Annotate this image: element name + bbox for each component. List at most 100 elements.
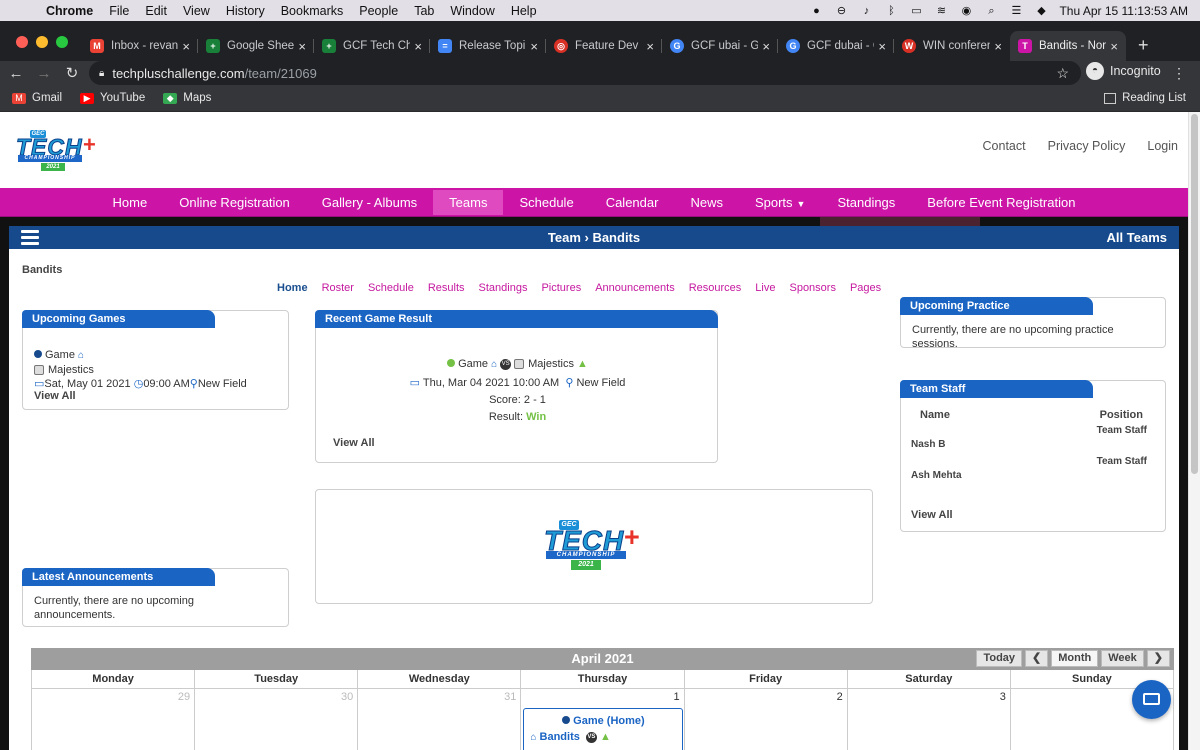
contact-link[interactable]: Contact [983,139,1026,153]
close-tab-icon[interactable]: × [646,39,654,54]
calendar-day-cell[interactable]: 31 [358,689,522,750]
all-teams-link[interactable]: All Teams [1107,230,1167,245]
subnav-roster[interactable]: Roster [322,282,354,294]
tab-google-sheet[interactable]: + Google Sheet × [198,31,314,61]
bookmark-gmail[interactable]: M Gmail [12,92,62,104]
menu-edit[interactable]: Edit [145,4,167,18]
menu-app[interactable]: Chrome [46,4,93,18]
tab-gcf-ubai[interactable]: G GCF ubai - G × [662,31,778,61]
zoom-window-button[interactable] [56,36,68,48]
control-center-icon[interactable]: ☰ [1009,5,1023,17]
close-tab-icon[interactable]: × [878,39,886,54]
tab-release-topics[interactable]: = Release Topi × [430,31,546,61]
tab-inbox[interactable]: M Inbox - revan × [82,31,198,61]
menu-tab[interactable]: Tab [414,4,434,18]
close-tab-icon[interactable]: × [298,39,306,54]
nav-teams[interactable]: Teams [433,189,504,215]
close-window-button[interactable] [16,36,28,48]
status-app-icon[interactable]: ● [809,5,823,17]
siri-icon[interactable]: ◆ [1034,5,1048,17]
event-team-row: ⌂ Bandits VS ▲ [530,731,682,743]
minimize-window-button[interactable] [36,36,48,48]
new-tab-icon[interactable]: + [1138,35,1149,56]
calendar-week-button[interactable]: Week [1101,650,1144,667]
login-link[interactable]: Login [1147,139,1178,153]
reload-icon[interactable]: ↻ [60,64,84,82]
lock-icon[interactable]: 🔒︎ [99,68,104,79]
subnav-announcements[interactable]: Announcements [595,282,675,294]
calendar-day-cell[interactable]: 2 [685,689,848,750]
site-logo[interactable]: GEC TECH + CHAMPIONSHIP 2021 [16,130,100,174]
user-icon[interactable]: ◉ [959,5,973,17]
close-tab-icon[interactable]: × [414,39,422,54]
incognito-indicator[interactable]: ◓ Incognito [1086,62,1161,80]
wifi-icon[interactable]: ≋ [934,5,948,17]
menu-file[interactable]: File [109,4,129,18]
calendar-day-cell[interactable]: 1 Game (Home) ⌂ Bandits VS ▲ [521,689,685,750]
battery-icon[interactable]: ▭ [909,5,923,17]
menu-window[interactable]: Window [450,4,494,18]
reading-list-button[interactable]: Reading List [1104,92,1186,104]
tab-gcf-tech[interactable]: + GCF Tech Ch × [314,31,430,61]
menu-view[interactable]: View [183,4,210,18]
close-tab-icon[interactable]: × [762,39,770,54]
close-tab-icon[interactable]: × [530,39,538,54]
bookmark-youtube[interactable]: ▶ YouTube [80,92,145,104]
calendar-day-cell[interactable]: 3 [848,689,1011,750]
menu-bookmarks[interactable]: Bookmarks [281,4,344,18]
close-tab-icon[interactable]: × [1110,39,1118,54]
spotlight-icon[interactable]: ⌕ [984,5,998,17]
nav-online-registration[interactable]: Online Registration [163,190,306,215]
nav-standings[interactable]: Standings [821,190,911,215]
calendar-event[interactable]: Game (Home) ⌂ Bandits VS ▲ [523,708,684,750]
nav-news[interactable]: News [674,190,739,215]
calendar-prev-button[interactable]: ❮ [1025,650,1049,667]
nav-before-event-registration[interactable]: Before Event Registration [911,190,1091,215]
subnav-pages[interactable]: Pages [850,282,881,294]
forward-icon[interactable]: → [32,65,56,82]
page-scrollbar[interactable] [1188,112,1200,750]
team-staff-view-all[interactable]: View All [911,509,953,521]
nav-gallery-albums[interactable]: Gallery - Albums [306,190,433,215]
volume-icon[interactable]: ♪ [859,5,873,17]
subnav-standings[interactable]: Standings [479,282,528,294]
calendar-day-cell[interactable]: 30 [195,689,359,750]
nav-schedule[interactable]: Schedule [503,190,589,215]
tab-win-conference[interactable]: W WIN conferen × [894,31,1010,61]
subnav-sponsors[interactable]: Sponsors [789,282,835,294]
menu-people[interactable]: People [359,4,398,18]
nav-sports[interactable]: Sports ▼ [739,190,822,215]
subnav-resources[interactable]: Resources [689,282,742,294]
privacy-policy-link[interactable]: Privacy Policy [1048,139,1126,153]
scrollbar-thumb[interactable] [1191,114,1198,474]
chrome-menu-icon[interactable]: ⋮ [1172,65,1186,82]
tab-bandits[interactable]: T Bandits - Nor × [1010,31,1126,61]
menubar-clock[interactable]: Thu Apr 15 11:13:53 AM [1059,4,1188,18]
calendar-day-cell[interactable]: 29 [32,689,196,750]
subnav-pictures[interactable]: Pictures [541,282,581,294]
menu-history[interactable]: History [226,4,265,18]
subnav-home[interactable]: Home [277,282,308,294]
contact-message-button[interactable] [1132,680,1171,719]
close-tab-icon[interactable]: × [994,39,1002,54]
calendar-today-button[interactable]: Today [976,650,1023,667]
bookmark-maps[interactable]: ◆ Maps [163,92,211,104]
subnav-live[interactable]: Live [755,282,775,294]
subnav-schedule[interactable]: Schedule [368,282,414,294]
bluetooth-icon[interactable]: ᛒ [884,5,898,17]
tab-feature-dev[interactable]: ◎ Feature Dev × [546,31,662,61]
back-icon[interactable]: ← [4,65,28,82]
bookmark-star-icon[interactable]: ☆ [1056,65,1069,82]
close-tab-icon[interactable]: × [182,39,190,54]
nav-calendar[interactable]: Calendar [590,190,675,215]
upcoming-games-view-all[interactable]: View All [34,390,76,402]
url-field[interactable]: 🔒︎ techpluschallenge.com/team/21069 ☆ [89,61,1081,85]
subnav-results[interactable]: Results [428,282,465,294]
calendar-next-button[interactable]: ❯ [1146,650,1170,667]
menu-help[interactable]: Help [511,4,537,18]
nav-home[interactable]: Home [97,190,164,215]
status-dnd-icon[interactable]: ⊖ [834,5,848,17]
calendar-month-button[interactable]: Month [1051,650,1099,667]
tab-gcf-dubai[interactable]: G GCF dubai - G × [778,31,894,61]
recent-result-view-all[interactable]: View All [333,437,375,449]
